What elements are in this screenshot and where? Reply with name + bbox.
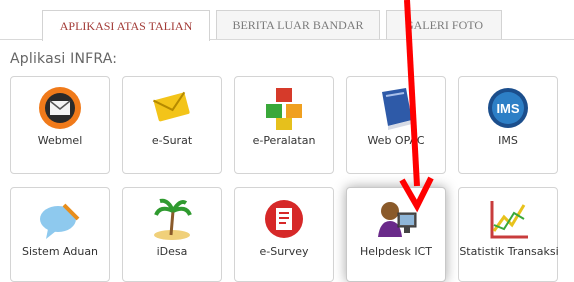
app-tile-ims[interactable]: IMS IMS — [458, 76, 558, 174]
app-label: Statistik Transaksi — [459, 245, 559, 258]
tab-bar: APLIKASI ATAS TALIAN BERITA LUAR BANDAR … — [0, 0, 574, 41]
chart-icon — [490, 201, 528, 239]
app-tile-webmel[interactable]: Webmel — [10, 76, 110, 174]
boxes-icon — [266, 88, 302, 130]
app-label: e-Survey — [259, 245, 309, 258]
mail-envelope-icon — [39, 87, 81, 129]
app-label: Helpdesk ICT — [359, 245, 433, 258]
helpdesk-icon — [378, 202, 417, 237]
app-tile-statistik-transaksi[interactable]: Statistik Transaksi — [458, 187, 559, 282]
tab-aplikasi-atas-talian[interactable]: APLIKASI ATAS TALIAN — [42, 10, 210, 41]
app-tile-e-peralatan[interactable]: e-Peralatan — [234, 76, 334, 174]
tab-galeri-foto[interactable]: GALERI FOTO — [386, 10, 502, 39]
app-tile-idesa[interactable]: iDesa — [122, 187, 222, 282]
app-label: e-Peralatan — [252, 134, 316, 147]
app-tile-web-opac[interactable]: Web OPAC — [346, 76, 446, 174]
palm-island-icon — [154, 198, 192, 240]
app-label: iDesa — [156, 245, 188, 258]
app-tile-sistem-aduan[interactable]: Sistem Aduan — [10, 187, 110, 282]
speech-bubble-icon — [40, 203, 80, 239]
survey-icon — [265, 200, 303, 238]
app-label: Sistem Aduan — [21, 245, 99, 258]
svg-text:IMS: IMS — [496, 101, 519, 116]
app-tile-helpdesk-ict[interactable]: Helpdesk ICT — [346, 187, 446, 282]
app-tile-e-survey[interactable]: e-Survey — [234, 187, 334, 282]
envelope-icon — [152, 91, 190, 122]
ims-globe-icon: IMS — [488, 88, 528, 128]
book-icon — [382, 88, 412, 130]
app-tile-e-surat[interactable]: e-Surat — [122, 76, 222, 174]
app-label: Web OPAC — [367, 134, 425, 147]
section-title: Aplikasi INFRA: — [10, 51, 118, 67]
tab-berita-luar-bandar[interactable]: BERITA LUAR BANDAR — [216, 10, 380, 39]
app-label: Webmel — [37, 134, 83, 147]
app-label: IMS — [498, 134, 518, 147]
app-label: e-Surat — [151, 134, 193, 147]
